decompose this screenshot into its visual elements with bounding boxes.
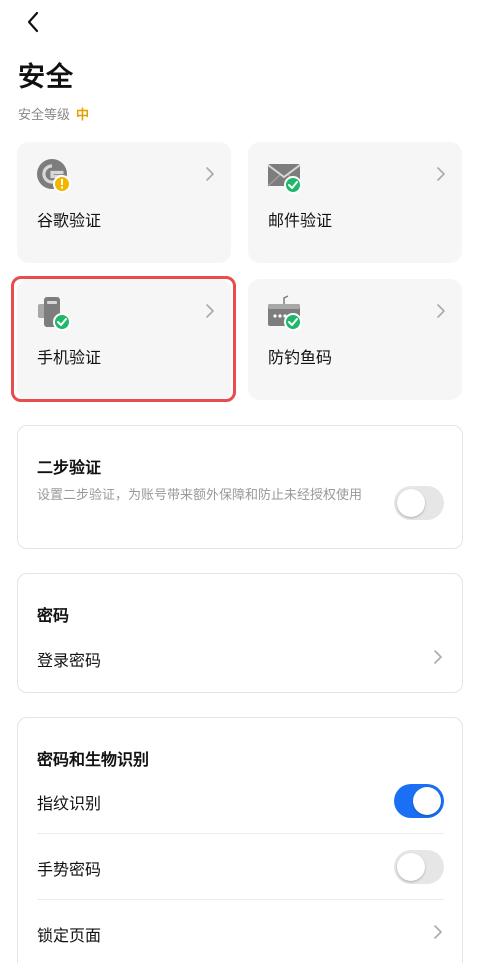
chevron-right-icon [437, 304, 445, 318]
biometrics-title: 密码和生物识别 [37, 750, 150, 769]
back-button[interactable] [20, 8, 48, 36]
toggle-knob [397, 853, 425, 881]
password-title: 密码 [37, 606, 70, 625]
toggle-knob [413, 787, 441, 815]
fingerprint-label: 指纹识别 [37, 794, 102, 813]
toggle-knob [397, 489, 425, 517]
tile-label: 谷歌验证 [37, 211, 102, 230]
phone-icon [38, 297, 71, 331]
security-level: 安全等级中 [18, 104, 89, 123]
tile-phone-verification[interactable]: 手机验证 [17, 279, 231, 400]
security-level-value: 中 [76, 108, 90, 123]
tile-label: 手机验证 [37, 348, 102, 367]
tile-google-authenticator[interactable]: 谷歌验证 [17, 142, 231, 263]
divider [37, 899, 444, 900]
tile-email-verification[interactable]: 邮件验证 [248, 142, 462, 263]
two-step-toggle[interactable] [394, 486, 444, 520]
anti-phishing-icon [268, 295, 302, 331]
chevron-right-icon [437, 167, 445, 181]
divider [37, 833, 444, 834]
email-icon [267, 164, 302, 194]
tile-anti-phishing-code[interactable]: 防钓鱼码 [248, 279, 462, 400]
two-step-description: 设置二步验证，为账号带来额外保障和防止未经授权使用 [37, 488, 363, 503]
chevron-right-icon[interactable] [432, 924, 444, 940]
tile-label: 防钓鱼码 [268, 348, 333, 367]
two-step-card: 二步验证 设置二步验证，为账号带来额外保障和防止未经授权使用 [17, 425, 463, 549]
gesture-password-toggle[interactable] [394, 850, 444, 884]
gesture-password-label: 手势密码 [37, 860, 102, 879]
biometrics-card: 密码和生物识别 指纹识别 手势密码 锁定页面 [17, 717, 463, 963]
google-authenticator-icon [37, 159, 71, 193]
two-step-title: 二步验证 [37, 458, 102, 477]
chevron-left-icon [27, 11, 39, 33]
password-card: 密码 登录密码 [17, 573, 463, 693]
tile-label: 邮件验证 [268, 211, 333, 230]
login-password-label[interactable]: 登录密码 [37, 647, 101, 671]
lock-page-label[interactable]: 锁定页面 [37, 922, 101, 946]
fingerprint-toggle[interactable] [394, 784, 444, 818]
chevron-right-icon[interactable] [432, 649, 444, 665]
page-title: 安全 [18, 62, 74, 93]
chevron-right-icon [206, 304, 214, 318]
security-level-label: 安全等级 [18, 108, 71, 123]
chevron-right-icon [206, 167, 214, 181]
